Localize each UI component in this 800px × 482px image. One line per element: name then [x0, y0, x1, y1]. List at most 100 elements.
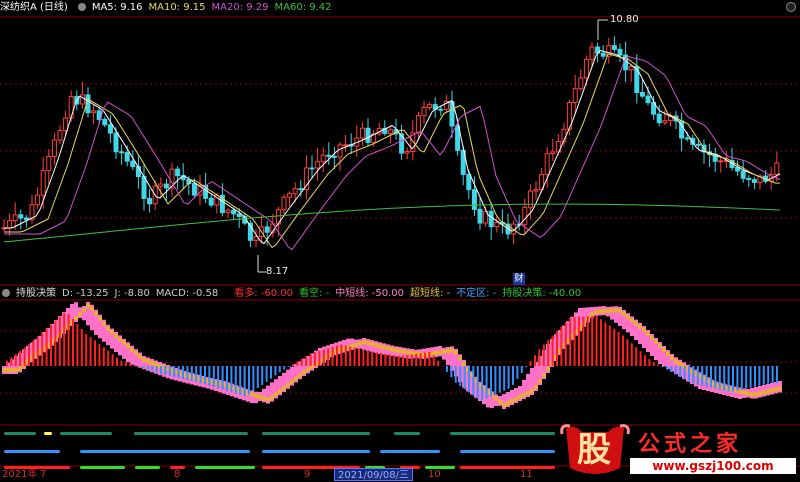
candle [366, 118, 370, 146]
band-bar [618, 309, 622, 313]
macd-bar [701, 366, 703, 386]
band-bar [262, 396, 266, 400]
high-price-label: 10.80 [610, 14, 639, 25]
macd-bar [288, 366, 290, 367]
settings-icon[interactable] [78, 3, 86, 11]
band-bar [630, 318, 634, 322]
macd-bar [125, 362, 127, 366]
macd-bar [384, 354, 386, 366]
candle [327, 142, 331, 165]
band-bar [154, 363, 158, 367]
macd-bar [530, 361, 532, 366]
macd-bar [222, 366, 224, 390]
macd-bar [116, 358, 118, 366]
macd-bar [706, 366, 708, 387]
macd-bar [754, 366, 756, 387]
band-bar [110, 331, 114, 335]
macd-bar [332, 347, 334, 366]
macd-bar [354, 348, 356, 366]
band-bar [78, 312, 82, 316]
band-bar [134, 351, 138, 355]
ind-d: D: -13.25 [62, 288, 108, 299]
macd-bar [134, 365, 136, 366]
macd-bar [494, 366, 496, 395]
band-bar [270, 396, 274, 400]
band-bar [406, 350, 410, 354]
band-bar [250, 392, 254, 396]
macd-bar [37, 336, 39, 366]
candle [635, 54, 639, 103]
macd-bar [776, 366, 778, 383]
band-bar [546, 367, 550, 371]
macd-bar [81, 329, 83, 366]
band-bar [294, 376, 298, 380]
candle [601, 45, 605, 59]
band-bar [458, 356, 462, 360]
band-bar [266, 398, 270, 402]
band-bar [518, 395, 522, 399]
band-bar [530, 389, 534, 393]
band-bar [670, 356, 674, 360]
macd-bar [235, 366, 237, 394]
macd-bar [406, 355, 408, 366]
band-bar [286, 383, 290, 387]
band-bar [662, 348, 666, 352]
macd-bar [653, 362, 655, 366]
chart-canvas[interactable] [0, 0, 800, 481]
axis-label-aug: 8 [174, 468, 180, 481]
macd-bar [732, 366, 734, 392]
candle [579, 69, 583, 91]
panel-menu-icon[interactable] [786, 2, 796, 12]
macd-bar [19, 351, 21, 366]
macd-bar [54, 321, 56, 366]
macd-bar [10, 357, 12, 366]
band-bar [278, 389, 282, 393]
signal-segment [44, 432, 52, 435]
band-bar [606, 309, 610, 313]
macd-bar [618, 332, 620, 366]
ma60-line [4, 204, 780, 242]
macd-bar [301, 359, 303, 366]
macd-bar [657, 365, 659, 366]
macd-bar [68, 314, 70, 366]
axis-label-sep: 9 [304, 468, 310, 481]
macd-bar [736, 366, 738, 391]
macd-bar [270, 366, 272, 379]
macd-bar [534, 355, 536, 366]
band-bar [638, 325, 642, 329]
ind-bull: 看多: -60.00 [234, 288, 293, 299]
band-bar [382, 345, 386, 349]
macd-bar [138, 366, 140, 367]
macd-bar [182, 366, 184, 379]
band-bar [394, 348, 398, 352]
candle [708, 144, 712, 167]
candle [741, 161, 745, 183]
macd-bar [283, 366, 285, 369]
settings-icon[interactable] [2, 289, 10, 297]
candle [747, 175, 751, 187]
band-bar [390, 347, 394, 351]
candle [52, 133, 56, 165]
event-marker[interactable]: 财 [513, 273, 525, 285]
signal-segment [394, 432, 420, 435]
band-bar [86, 304, 90, 308]
band-bar [150, 361, 154, 365]
band-bar [378, 344, 382, 348]
band-bar [598, 310, 602, 314]
band-bar [402, 350, 406, 354]
candle [360, 122, 364, 146]
band-bar [498, 400, 502, 404]
macd-bar [164, 366, 166, 375]
macd-bar [455, 366, 457, 383]
macd-bar [230, 366, 232, 392]
candle [310, 155, 314, 178]
macd-bar [63, 313, 65, 366]
axis-label-nov: 11 [520, 468, 533, 481]
band-bar [610, 309, 614, 313]
band-bar [122, 341, 126, 345]
candle [652, 96, 656, 120]
band-bar [370, 342, 374, 346]
band-bar [538, 379, 542, 383]
macd-bar [538, 349, 540, 366]
macd-bar [85, 334, 87, 366]
